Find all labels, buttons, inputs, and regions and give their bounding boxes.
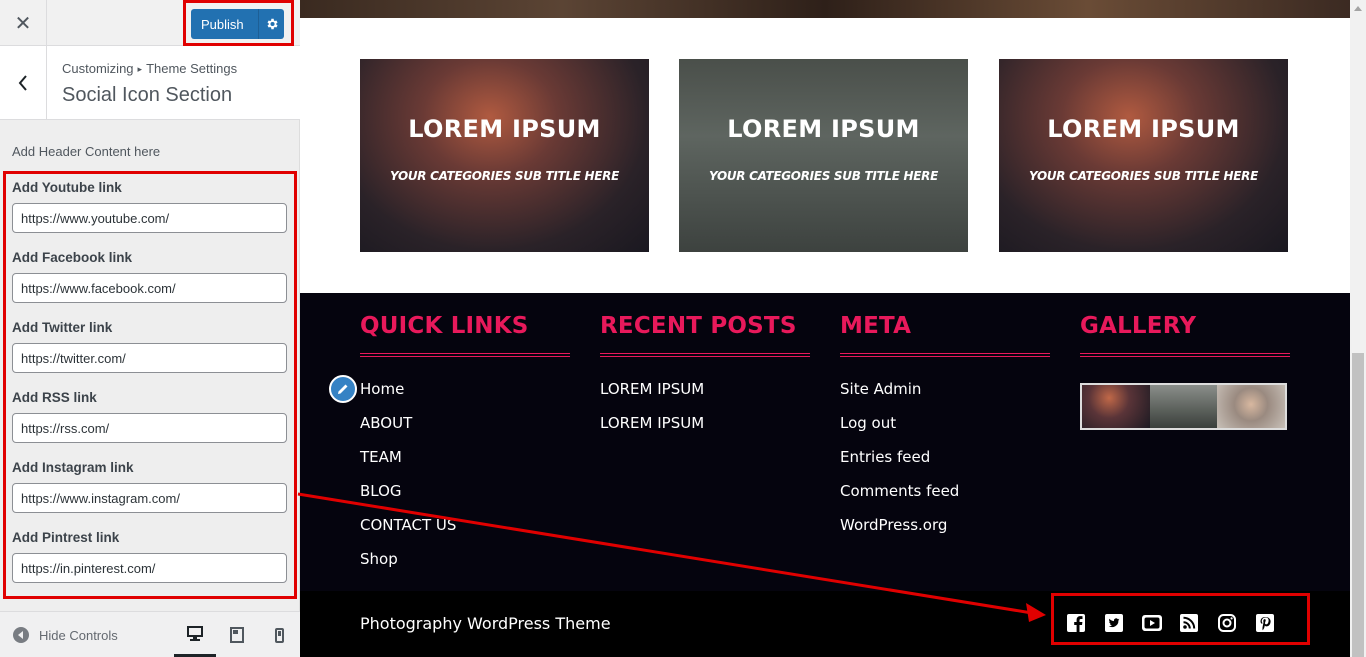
breadcrumb-root: Customizing	[62, 61, 134, 76]
recent-posts-heading: RECENT POSTS	[600, 313, 797, 339]
close-icon: ✕	[14, 11, 32, 35]
fields-highlight-box	[3, 171, 297, 599]
mobile-preview-button[interactable]	[258, 612, 300, 657]
gallery-image[interactable]	[1149, 385, 1218, 428]
tablet-preview-button[interactable]	[216, 612, 258, 657]
scrollbar-thumb[interactable]	[1352, 353, 1364, 657]
card-image	[360, 59, 649, 252]
heading-divider	[1080, 353, 1290, 357]
gallery-image[interactable]	[1217, 385, 1286, 428]
footer-link-contact[interactable]: CONTACT US	[360, 516, 456, 534]
footer-link-shop[interactable]: Shop	[360, 550, 398, 568]
hide-controls-button[interactable]: Hide Controls	[13, 627, 118, 643]
category-card[interactable]: LOREM IPSUM YOUR CATEGORIES SUB TITLE HE…	[679, 59, 968, 252]
customizer-footer: Hide Controls	[0, 611, 300, 657]
section-title: Social Icon Section	[62, 84, 233, 106]
section-header: Customizing ▸ Theme Settings Social Icon S…	[0, 46, 300, 120]
meta-link-log-out[interactable]: Log out	[840, 414, 896, 432]
desktop-icon	[187, 625, 203, 641]
quick-links-heading: QUICK LINKS	[360, 313, 529, 339]
meta-link-site-admin[interactable]: Site Admin	[840, 380, 921, 398]
site-preview: LOREM IPSUM YOUR CATEGORIES SUB TITLE HE…	[300, 0, 1350, 657]
card-subtitle: YOUR CATEGORIES SUB TITLE HERE	[390, 168, 619, 183]
gallery-image[interactable]	[1082, 385, 1150, 428]
recent-post-link[interactable]: LOREM IPSUM	[600, 380, 704, 398]
section-description: Add Header Content here	[12, 144, 161, 159]
meta-link-entries-feed[interactable]: Entries feed	[840, 448, 930, 466]
desktop-preview-button[interactable]	[174, 612, 216, 657]
recent-post-link[interactable]: LOREM IPSUM	[600, 414, 704, 432]
footer-link-home[interactable]: Home	[360, 380, 404, 398]
breadcrumb: Customizing ▸ Theme Settings	[62, 61, 237, 76]
card-title: LOREM IPSUM	[1047, 114, 1240, 143]
card-image	[999, 59, 1288, 252]
category-card[interactable]: LOREM IPSUM YOUR CATEGORIES SUB TITLE HE…	[999, 59, 1288, 252]
collapse-icon	[13, 627, 29, 643]
hide-controls-label: Hide Controls	[39, 627, 118, 643]
gallery-thumbnails	[1080, 383, 1287, 430]
heading-divider	[600, 353, 810, 357]
meta-link-wordpress-org[interactable]: WordPress.org	[840, 516, 947, 534]
copyright-text: Photography WordPress Theme	[360, 614, 611, 633]
edit-shortcut-button[interactable]	[329, 375, 357, 403]
card-title: LOREM IPSUM	[408, 114, 601, 143]
card-subtitle: YOUR CATEGORIES SUB TITLE HERE	[1029, 168, 1258, 183]
card-title: LOREM IPSUM	[727, 114, 920, 143]
social-icons-highlight-box	[1051, 593, 1310, 645]
chevron-left-icon	[18, 75, 27, 91]
customizer-sidebar: ✕ Publish Customizing ▸ Theme Settings So	[0, 0, 300, 657]
footer-link-about[interactable]: ABOUT	[360, 414, 412, 432]
customizer-header: ✕ Publish	[0, 0, 300, 46]
footer-link-team[interactable]: TEAM	[360, 448, 402, 466]
gallery-heading: GALLERY	[1080, 313, 1197, 339]
close-customizer-button[interactable]: ✕	[0, 0, 47, 46]
breadcrumb-arrow-icon: ▸	[137, 64, 143, 74]
mobile-icon	[274, 627, 284, 643]
footer-link-blog[interactable]: BLOG	[360, 482, 402, 500]
card-subtitle: YOUR CATEGORIES SUB TITLE HERE	[709, 168, 938, 183]
heading-divider	[840, 353, 1050, 357]
hero-image-bottom	[300, 0, 1350, 18]
category-card[interactable]: LOREM IPSUM YOUR CATEGORIES SUB TITLE HE…	[360, 59, 649, 252]
meta-link-comments-feed[interactable]: Comments feed	[840, 482, 959, 500]
tablet-icon	[230, 627, 244, 643]
meta-heading: META	[840, 313, 912, 339]
publish-highlight-box	[183, 0, 294, 46]
back-button[interactable]	[0, 46, 47, 120]
breadcrumb-parent: Theme Settings	[146, 61, 238, 76]
pencil-icon	[338, 384, 348, 394]
card-image	[679, 59, 968, 252]
heading-divider	[360, 353, 570, 357]
scroll-up-arrow-icon[interactable]	[1350, 0, 1366, 16]
